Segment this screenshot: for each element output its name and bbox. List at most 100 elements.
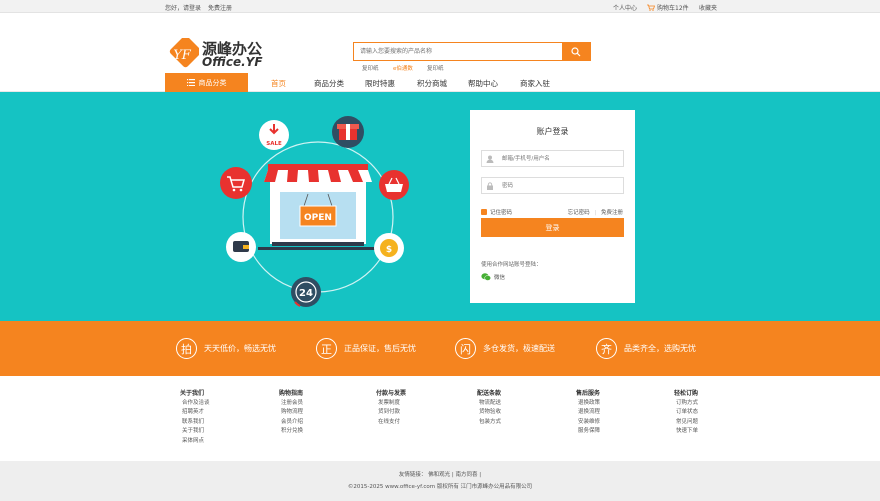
search-bar bbox=[353, 42, 591, 61]
cart-label: 购物车12件 bbox=[657, 5, 689, 12]
feature-band: 拍 天天低价，畅选无忧 正 正品保证，售后无忧 闪 多仓发货，极速配送 齐 品类… bbox=[0, 321, 880, 376]
feature-badge: 正 bbox=[316, 338, 337, 359]
site-logo[interactable]: YF 源峰办公 Office.YF bbox=[165, 38, 265, 72]
footer-link[interactable]: 招聘英才 bbox=[180, 408, 210, 418]
feature-text: 品类齐全，选购无忧 bbox=[624, 344, 696, 353]
footer-link[interactable]: 退换政策 bbox=[576, 399, 600, 409]
wechat-login[interactable]: 微信 bbox=[481, 273, 505, 281]
sale-badge: SALE bbox=[259, 120, 289, 150]
footer-link[interactable]: 安装维修 bbox=[576, 418, 600, 428]
login-title: 账户登录 bbox=[536, 127, 569, 136]
footer-link[interactable]: 合作及洽谈 bbox=[180, 399, 210, 409]
cart-link[interactable]: 购物车12件 bbox=[647, 3, 689, 12]
forgot-password-link[interactable]: 忘记密码 bbox=[568, 210, 590, 216]
footer-link[interactable]: 货到付款 bbox=[376, 408, 406, 418]
footer-column-title: 轻松订购 bbox=[674, 390, 699, 397]
footer-link[interactable]: 关于我们 bbox=[180, 427, 210, 437]
password-field bbox=[481, 177, 624, 194]
footer-link[interactable]: 购物流程 bbox=[279, 408, 303, 418]
username-field bbox=[481, 150, 624, 167]
feature-badge: 齐 bbox=[596, 338, 617, 359]
user-icon bbox=[486, 155, 494, 163]
favorites-link[interactable]: 收藏夹 bbox=[699, 3, 717, 12]
footer-links: 关于我们 合作及洽谈 招聘英才 联系我们 关于我们 采体网点 购物指南 注册会员… bbox=[0, 376, 880, 461]
category-menu-button[interactable]: 商品分类 bbox=[165, 73, 248, 92]
remember-label: 记住密码 bbox=[490, 210, 513, 216]
top-bar: 您好，请登录 免费注册 个人中心 购物车12件 收藏夹 bbox=[0, 0, 880, 13]
friend-links[interactable]: 友情链接： 佛和观光 | 南方同喜 | bbox=[0, 470, 880, 478]
footer-link[interactable]: 常见问题 bbox=[674, 418, 698, 428]
footer-link[interactable]: 联系我们 bbox=[180, 418, 210, 428]
hero-banner: OPEN SALE $ 24 bbox=[0, 92, 880, 321]
register-link[interactable]: 免费注册 bbox=[208, 3, 232, 12]
feature-item: 闪 多仓发货，极速配送 bbox=[455, 338, 555, 359]
feature-badge: 拍 bbox=[176, 338, 197, 359]
footer-column-title: 关于我们 bbox=[180, 390, 205, 397]
feature-item: 齐 品类齐全，选购无忧 bbox=[596, 338, 696, 359]
login-button[interactable]: 登录 bbox=[481, 218, 624, 237]
footer-link[interactable]: 货物验收 bbox=[477, 408, 501, 418]
cart-icon bbox=[220, 167, 252, 199]
username-input[interactable] bbox=[502, 153, 620, 165]
cart-icon bbox=[647, 4, 655, 11]
nav-home[interactable]: 首页 bbox=[271, 78, 286, 89]
wechat-label: 微信 bbox=[494, 275, 506, 281]
footer-column: 配送条款 物流配送 货物验收 包装方式 bbox=[477, 389, 501, 427]
feature-item: 正 正品保证，售后无忧 bbox=[316, 338, 416, 359]
footer-link[interactable]: 退换流程 bbox=[576, 408, 600, 418]
nav-merchant-join[interactable]: 商家入驻 bbox=[520, 78, 550, 89]
open-sign-text: OPEN bbox=[304, 213, 332, 223]
shop-illustration: OPEN SALE $ 24 bbox=[220, 116, 409, 307]
login-link[interactable]: 您好，请登录 bbox=[165, 3, 201, 12]
nav-points-mall[interactable]: 积分商城 bbox=[417, 78, 447, 89]
basket-icon bbox=[379, 170, 409, 200]
feature-badge: 闪 bbox=[455, 338, 476, 359]
login-links: 忘记密码 | 免费注册 bbox=[568, 208, 623, 216]
footer-column: 关于我们 合作及洽谈 招聘英才 联系我们 关于我们 采体网点 bbox=[180, 389, 210, 447]
nav-categories[interactable]: 商品分类 bbox=[314, 78, 344, 89]
footer-link[interactable]: 采体网点 bbox=[180, 437, 210, 447]
24h-icon: 24 bbox=[291, 277, 321, 307]
footer-column: 付款与发票 发票制度 货到付款 在线支付 bbox=[376, 389, 406, 427]
menu-icon bbox=[186, 79, 195, 86]
hot-keyword[interactable]: 复印纸 bbox=[427, 64, 444, 72]
feature-text: 多仓发货，极速配送 bbox=[483, 344, 555, 353]
hot-keyword[interactable]: 复印纸 bbox=[362, 64, 379, 72]
feature-text: 正品保证，售后无忧 bbox=[344, 344, 416, 353]
footer-link[interactable]: 订购方式 bbox=[674, 399, 698, 409]
remember-checkbox[interactable]: 记住密码 bbox=[481, 208, 512, 216]
footer-link[interactable]: 在线支付 bbox=[376, 418, 406, 428]
free-register-link[interactable]: 免费注册 bbox=[601, 210, 623, 216]
wallet-icon bbox=[226, 232, 256, 262]
lock-icon bbox=[487, 182, 493, 190]
footer-link[interactable]: 物流配送 bbox=[477, 399, 501, 409]
nav-flash-sale[interactable]: 限时特惠 bbox=[365, 78, 395, 89]
footer-link[interactable]: 订单状态 bbox=[674, 408, 698, 418]
search-input[interactable] bbox=[354, 43, 560, 60]
site-footer: 友情链接： 佛和观光 | 南方同喜 | ©2015-2025 www.offic… bbox=[0, 461, 880, 501]
footer-link[interactable]: 快速下单 bbox=[674, 427, 698, 437]
nav-help-center[interactable]: 帮助中心 bbox=[468, 78, 498, 89]
password-input[interactable] bbox=[502, 180, 620, 192]
24h-badge-text: 24 bbox=[299, 288, 313, 299]
feature-text: 天天低价，畅选无忧 bbox=[204, 344, 276, 353]
svg-text:YF: YF bbox=[173, 48, 192, 63]
footer-link[interactable]: 会员介绍 bbox=[279, 418, 303, 428]
footer-link[interactable]: 服务保障 bbox=[576, 427, 600, 437]
footer-column: 轻松订购 订购方式 订单状态 常见问题 快速下单 bbox=[674, 389, 698, 437]
hot-keyword[interactable]: e伯通数 bbox=[393, 64, 413, 72]
footer-link[interactable]: 积分兑换 bbox=[279, 427, 303, 437]
third-party-login-label: 使用合作网站账号登陆： bbox=[481, 262, 542, 268]
footer-column-title: 付款与发票 bbox=[376, 390, 407, 397]
footer-link[interactable]: 包装方式 bbox=[477, 418, 501, 428]
footer-column-title: 购物指南 bbox=[279, 390, 304, 397]
svg-text:$: $ bbox=[386, 245, 392, 255]
footer-link[interactable]: 注册会员 bbox=[279, 399, 303, 409]
footer-link[interactable]: 发票制度 bbox=[376, 399, 406, 409]
search-button[interactable] bbox=[562, 43, 590, 60]
login-panel: 账户登录 记住密码 忘记密码 | 免费注册 登录 使用合作网站账号登陆： 微信 bbox=[470, 110, 635, 303]
category-menu-label: 商品分类 bbox=[198, 78, 227, 87]
logo-mark-icon: YF bbox=[169, 38, 199, 68]
coin-icon: $ bbox=[374, 233, 404, 263]
user-center-link[interactable]: 个人中心 bbox=[613, 3, 637, 12]
